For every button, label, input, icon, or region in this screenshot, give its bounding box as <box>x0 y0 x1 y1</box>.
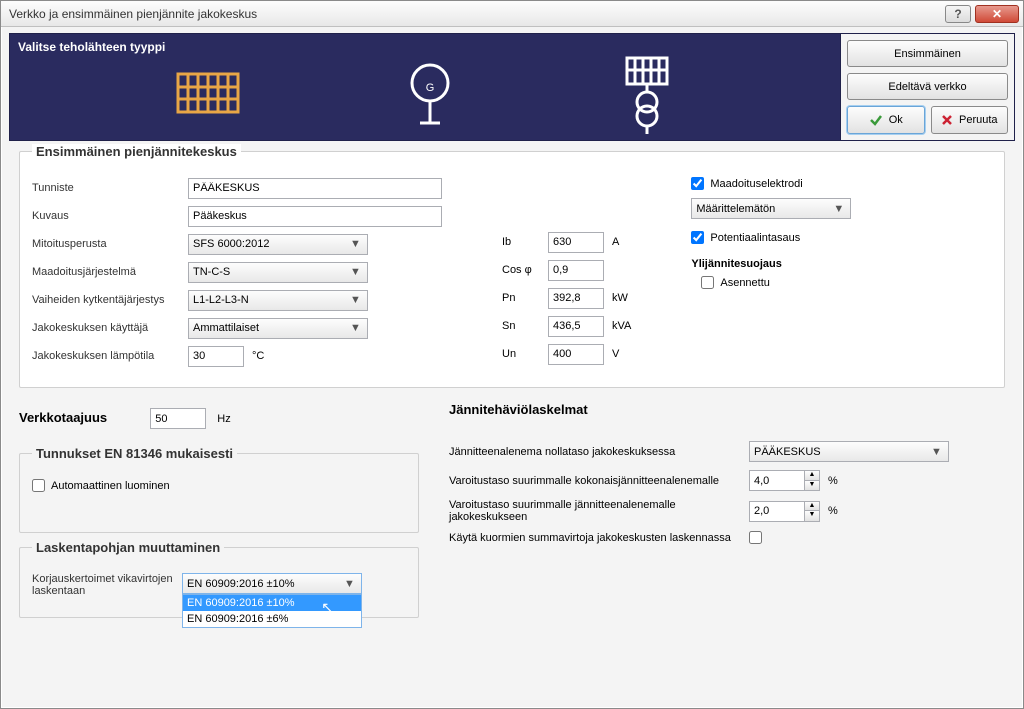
freq-unit: Hz <box>217 413 230 425</box>
equipotential-checkbox[interactable] <box>691 231 704 244</box>
chevron-down-icon: ▼ <box>929 446 944 458</box>
first-button[interactable]: Ensimmäinen <box>847 40 1008 67</box>
identifier-input[interactable] <box>188 178 442 199</box>
board-user-label: Jakokeskuksen käyttäjä <box>32 322 188 334</box>
equipotential-label: Potentiaalintasaus <box>710 232 800 244</box>
correction-factor-dropdown: EN 60909:2016 ±10%↖ EN 60909:2016 ±6% <box>182 594 362 628</box>
app-window: Verkko ja ensimmäinen pienjännite jakoke… <box>0 0 1024 709</box>
phase-sequence-label: Vaiheiden kytkentäjärjestys <box>32 294 188 306</box>
calculation-basis-title: Laskentapohjan muuttaminen <box>32 540 224 555</box>
previous-network-button[interactable]: Edeltävä verkko <box>847 73 1008 100</box>
sn-input[interactable] <box>548 316 604 337</box>
spin-up-icon[interactable]: ▲ <box>805 471 819 481</box>
correction-factor-label: Korjauskertoimet vikavirtojen laskentaan <box>32 573 182 597</box>
x-icon <box>941 114 953 126</box>
close-button[interactable]: ✕ <box>975 5 1019 23</box>
vd-warn-total-spinner[interactable]: ▲▼ <box>749 470 820 491</box>
source-type-label: Valitse teholähteen tyyppi <box>18 40 165 54</box>
en81346-title: Tunnukset EN 81346 mukaisesti <box>32 446 237 461</box>
pn-input[interactable] <box>548 288 604 309</box>
header-buttons-panel: Ensimmäinen Edeltävä verkko Ok Peruuta <box>840 34 1014 140</box>
en81346-group: Tunnukset EN 81346 mukaisesti Automaatti… <box>19 453 419 533</box>
board-temp-input[interactable] <box>188 346 244 367</box>
cosphi-input[interactable] <box>548 260 604 281</box>
temp-unit: °C <box>252 350 264 362</box>
check-icon <box>869 113 883 127</box>
spin-down-icon[interactable]: ▼ <box>805 481 819 490</box>
correction-option-2[interactable]: EN 60909:2016 ±6% <box>183 611 361 627</box>
board-user-select[interactable]: Ammattilaiset▼ <box>188 318 368 339</box>
pct-unit-2: % <box>828 505 838 517</box>
chevron-down-icon: ▼ <box>348 322 363 334</box>
sizing-basis-label: Mitoitusperusta <box>32 238 188 250</box>
installed-label: Asennettu <box>720 277 770 289</box>
auto-create-label: Automaattinen luominen <box>51 480 170 492</box>
sn-label: Sn <box>502 320 548 332</box>
window-buttons: ? ✕ <box>945 5 1019 23</box>
chevron-down-icon: ▼ <box>342 578 357 590</box>
correction-option-1[interactable]: EN 60909:2016 ±10%↖ <box>183 595 361 611</box>
vd-warn-board-spinner[interactable]: ▲▼ <box>749 501 820 522</box>
spin-up-icon[interactable]: ▲ <box>805 502 819 512</box>
board-temp-label: Jakokeskuksen lämpötila <box>32 350 188 362</box>
voltage-drop-title: Jännitehäviölaskelmat <box>449 402 1005 417</box>
svg-text:G: G <box>426 82 435 94</box>
ib-label: Ib <box>502 236 548 248</box>
chevron-down-icon: ▼ <box>348 294 363 306</box>
un-unit: V <box>612 348 619 360</box>
window-title: Verkko ja ensimmäinen pienjännite jakoke… <box>9 7 257 21</box>
pn-unit: kW <box>612 292 628 304</box>
description-label: Kuvaus <box>32 210 188 222</box>
ib-unit: A <box>612 236 619 248</box>
installed-checkbox[interactable] <box>701 276 714 289</box>
freq-input[interactable] <box>150 408 206 429</box>
ib-input[interactable] <box>548 232 604 253</box>
grid-source-icon[interactable] <box>173 69 243 124</box>
earth-electrode-select[interactable]: Määrittelemätön▼ <box>691 198 851 219</box>
un-input[interactable] <box>548 344 604 365</box>
chevron-down-icon: ▼ <box>348 238 363 250</box>
chevron-down-icon: ▼ <box>348 266 363 278</box>
pct-unit: % <box>828 475 838 487</box>
pn-label: Pn <box>502 292 548 304</box>
cancel-button[interactable]: Peruuta <box>931 106 1009 134</box>
earth-electrode-checkbox[interactable] <box>691 177 704 190</box>
help-button[interactable]: ? <box>945 5 971 23</box>
chevron-down-icon: ▼ <box>831 203 846 215</box>
vd-warn-total-label: Varoitustaso suurimmalle kokonaisjännitt… <box>449 475 749 487</box>
first-lv-board-group: Ensimmäinen pienjännitekeskus Tunniste K… <box>19 151 1005 388</box>
earth-electrode-label: Maadoituselektrodi <box>710 178 802 190</box>
vd-zero-level-label: Jännitteenalenema nollataso jakokeskukse… <box>449 446 749 458</box>
earthing-system-label: Maadoitusjärjestelmä <box>32 266 188 278</box>
titlebar: Verkko ja ensimmäinen pienjännite jakoke… <box>1 1 1023 27</box>
vd-zero-level-select[interactable]: PÄÄKESKUS▼ <box>749 441 949 462</box>
calculation-basis-group: Laskentapohjan muuttaminen Korjauskertoi… <box>19 547 419 618</box>
sizing-basis-select[interactable]: SFS 6000:2012▼ <box>188 234 368 255</box>
sn-unit: kVA <box>612 320 631 332</box>
auto-create-checkbox[interactable] <box>32 479 45 492</box>
first-lv-board-title: Ensimmäinen pienjännitekeskus <box>32 144 241 159</box>
correction-factor-select[interactable]: EN 60909:2016 ±10%▼ EN 60909:2016 ±10%↖ … <box>182 573 362 594</box>
cosphi-label: Cos φ <box>502 264 548 276</box>
overvoltage-title: Ylijännitesuojaus <box>691 258 931 270</box>
identifier-label: Tunniste <box>32 182 188 194</box>
transformer-source-icon[interactable] <box>617 56 677 136</box>
ok-button[interactable]: Ok <box>847 106 925 134</box>
freq-title: Verkkotaajuus <box>19 410 107 425</box>
source-type-header: Valitse teholähteen tyyppi G Ensimmäinen… <box>9 33 1015 141</box>
description-input[interactable] <box>188 206 442 227</box>
sum-currents-label: Käytä kuormien summavirtoja jakokeskuste… <box>449 532 749 544</box>
phase-sequence-select[interactable]: L1-L2-L3-N▼ <box>188 290 368 311</box>
vd-warn-board-label: Varoitustaso suurimmalle jännitteenalene… <box>449 499 749 523</box>
spin-down-icon[interactable]: ▼ <box>805 511 819 520</box>
generator-source-icon[interactable]: G <box>408 61 452 131</box>
un-label: Un <box>502 348 548 360</box>
earthing-system-select[interactable]: TN-C-S▼ <box>188 262 368 283</box>
sum-currents-checkbox[interactable] <box>749 531 762 544</box>
